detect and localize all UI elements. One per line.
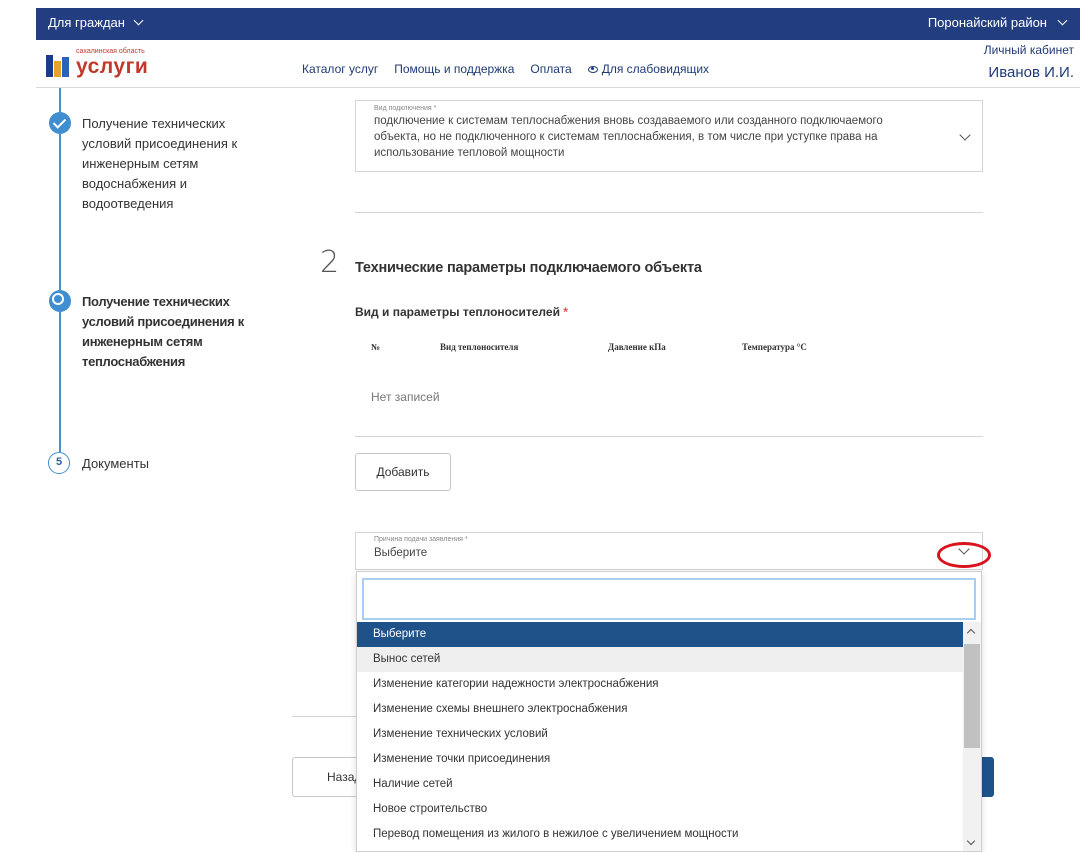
step-label-documents[interactable]: Документы xyxy=(82,454,149,474)
reason-dropdown: Выберите Вынос сетей Изменение категории… xyxy=(356,571,982,852)
dropdown-option[interactable]: Вынос сетей xyxy=(357,647,963,672)
dropdown-option[interactable]: Изменение схемы внешнего электроснабжени… xyxy=(357,697,963,722)
dropdown-option[interactable]: Новое строительство xyxy=(357,797,963,822)
step-number-badge: 5 xyxy=(48,452,70,474)
citizens-menu-label: Для граждан xyxy=(48,15,125,30)
divider xyxy=(355,436,983,437)
required-mark: * xyxy=(563,305,568,319)
logo-mark-icon xyxy=(46,55,70,77)
main-nav: Каталог услуг Помощь и поддержка Оплата … xyxy=(302,62,709,76)
chevron-down-icon xyxy=(133,15,144,26)
nav-low-vision[interactable]: Для слабовидящих xyxy=(587,62,710,76)
dropdown-option[interactable]: Изменение точки присоединения xyxy=(357,747,963,772)
citizens-menu[interactable]: Для граждан xyxy=(48,15,144,30)
stepper-line xyxy=(59,312,61,452)
nav-low-vision-label: Для слабовидящих xyxy=(601,62,710,76)
dropdown-option[interactable]: Перевод помещения из жилого в нежилое с … xyxy=(357,822,963,847)
connection-type-value: подключение к системам теплоснабжения вн… xyxy=(374,115,883,159)
divider xyxy=(292,716,356,717)
dropdown-option[interactable]: Наличие сетей xyxy=(357,772,963,797)
nav-help[interactable]: Помощь и поддержка xyxy=(394,62,514,76)
section-number: 2 xyxy=(320,245,340,280)
divider xyxy=(355,212,983,213)
account-label: Личный кабинет xyxy=(983,43,1074,57)
table-header-coolant: Вид теплоносителя xyxy=(440,342,519,352)
coolant-params-title: Вид и параметры теплоносителей * xyxy=(355,305,568,319)
connection-type-label: Вид подключения * xyxy=(374,105,437,112)
empty-table-text: Нет записей xyxy=(371,390,440,404)
connection-type-select[interactable]: Вид подключения * подключение к системам… xyxy=(355,100,983,172)
reason-label: Причина подачи заявления * xyxy=(374,536,468,543)
highlight-ellipse xyxy=(937,542,991,568)
chevron-down-icon xyxy=(959,129,971,141)
scrollbar-thumb[interactable] xyxy=(964,644,980,748)
step-label-water[interactable]: Получение технических условий присоедине… xyxy=(82,114,237,214)
dropdown-option[interactable]: Изменение категории надежности электросн… xyxy=(357,672,963,697)
step-label-heat[interactable]: Получение технических условий присоедине… xyxy=(82,292,244,372)
section-title: Технические параметры подключаемого объе… xyxy=(355,260,702,276)
step-active-icon xyxy=(49,290,71,312)
stepper-line xyxy=(59,134,61,290)
nav-catalog[interactable]: Каталог услуг xyxy=(302,62,378,76)
nav-payment[interactable]: Оплата xyxy=(530,62,571,76)
user-name: Иванов И.И. xyxy=(988,64,1074,81)
table-header-temperature: Температура °С xyxy=(742,342,807,352)
logo-text: услуги xyxy=(76,55,149,78)
dropdown-option[interactable]: Выберите xyxy=(357,622,963,647)
add-button[interactable]: Добавить xyxy=(355,453,451,491)
logo-region-text: сахалинская область xyxy=(76,48,145,55)
dropdown-search-input[interactable] xyxy=(362,578,976,620)
scroll-up-icon[interactable] xyxy=(966,628,976,638)
dropdown-option[interactable]: Изменение технических условий xyxy=(357,722,963,747)
account-block[interactable]: Личный кабинет Иванов И.И. xyxy=(984,43,1074,81)
region-selector[interactable]: Поронайский район xyxy=(927,15,1068,30)
dropdown-scrollbar[interactable] xyxy=(963,622,981,851)
reason-select[interactable]: Причина подачи заявления * Выберите xyxy=(355,532,983,570)
scroll-down-icon[interactable] xyxy=(966,836,976,846)
eye-icon xyxy=(587,65,598,73)
table-header-number: № xyxy=(371,342,381,352)
reason-value: Выберите xyxy=(374,547,428,559)
step-completed-check-icon xyxy=(49,112,71,134)
dropdown-options-list: Выберите Вынос сетей Изменение категории… xyxy=(357,622,963,847)
site-header: сахалинская область услуги Каталог услуг… xyxy=(36,40,1080,88)
chevron-down-icon xyxy=(1057,15,1068,26)
region-label: Поронайский район xyxy=(927,15,1047,30)
table-header-pressure: Давление кПа xyxy=(608,342,666,352)
top-bar: Для граждан Поронайский район xyxy=(36,8,1080,40)
site-logo[interactable]: сахалинская область услуги xyxy=(46,48,148,77)
